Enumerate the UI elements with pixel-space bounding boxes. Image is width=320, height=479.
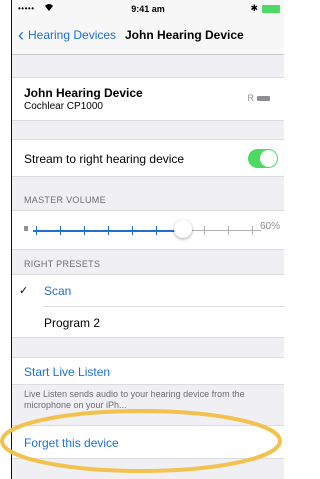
volume-percentage: 60%: [260, 221, 281, 232]
page-title: John Hearing Device: [125, 28, 244, 42]
slider-thumb[interactable]: [174, 220, 192, 238]
slider-track-filled: [33, 230, 191, 232]
back-label: Hearing Devices: [28, 28, 117, 42]
checkmark-icon: ✓: [19, 285, 29, 297]
slider-tick: [132, 226, 133, 235]
master-volume-header: MASTER VOLUME: [24, 195, 106, 205]
preset-row-scan[interactable]: ✓ Scan: [12, 275, 284, 306]
back-button[interactable]: ‹ Hearing Devices: [18, 25, 117, 45]
speaker-icon: [24, 226, 28, 231]
slider-tick: [204, 226, 205, 235]
toggle-knob: [260, 150, 277, 167]
slider-track-empty: [191, 230, 261, 231]
master-volume-slider[interactable]: [24, 220, 284, 238]
phone-screen: ••••• 9:41 am ✱ ‹ Hearing Devices John H…: [11, 0, 284, 479]
stream-label: Stream to right hearing device: [24, 152, 185, 166]
status-time: 9:41 am: [131, 4, 165, 14]
forget-device-cell: Forget this device: [12, 425, 284, 459]
status-bar: ••••• 9:41 am ✱: [12, 0, 284, 18]
slider-tick: [60, 226, 61, 235]
slider-tick: [156, 226, 157, 235]
live-listen-note: Live Listen sends audio to your hearing …: [24, 389, 245, 410]
forget-device-button[interactable]: Forget this device: [24, 436, 119, 450]
slider-tick: [36, 226, 37, 235]
preset-label: Scan: [44, 284, 72, 298]
stream-row: Stream to right hearing device: [12, 139, 284, 177]
slider-tick: [228, 226, 229, 235]
slider-tick: [108, 226, 109, 235]
navigation-bar: ‹ Hearing Devices John Hearing Device: [12, 18, 284, 55]
device-name: John Hearing Device: [24, 86, 143, 100]
slider-tick: [252, 226, 253, 235]
bluetooth-icon: ✱: [250, 3, 258, 13]
preset-label: Program 2: [44, 316, 101, 330]
chevron-left-icon: ‹: [18, 25, 24, 45]
right-presets-header: RIGHT PRESETS: [24, 259, 101, 269]
battery-level-icon: [257, 95, 270, 101]
start-live-listen-button[interactable]: Start Live Listen: [24, 365, 110, 379]
device-info-cell: John Hearing Device Cochlear CP1000 R: [12, 77, 284, 121]
side-label: R: [247, 93, 255, 103]
slider-tick: [84, 226, 85, 235]
live-listen-cell: Start Live Listen: [12, 357, 284, 385]
battery-icon: [262, 5, 280, 13]
right-battery-indicator: R: [247, 93, 270, 103]
stream-toggle[interactable]: [248, 149, 278, 168]
device-model: Cochlear CP1000: [24, 101, 103, 112]
preset-row-program-2[interactable]: Program 2: [12, 307, 284, 338]
